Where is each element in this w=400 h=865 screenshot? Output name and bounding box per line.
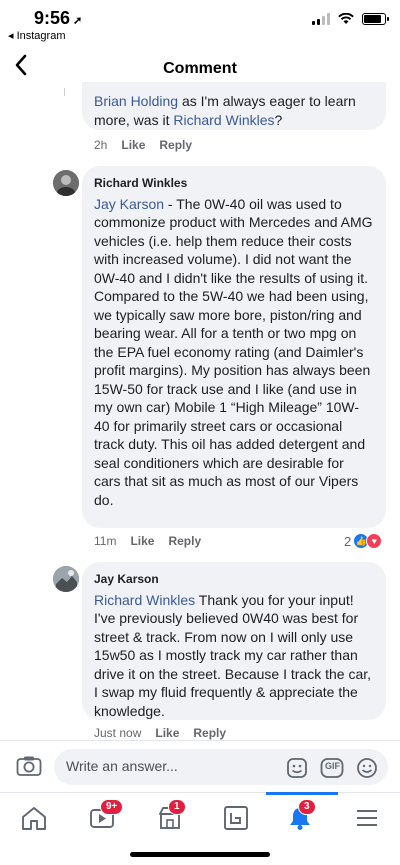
comment-meta: 11m Like Reply <box>94 534 201 548</box>
signal-icon <box>312 13 330 25</box>
battery-icon <box>362 13 389 25</box>
love-reaction-icon: ♥ <box>366 533 383 549</box>
comment-time: 11m <box>94 534 117 548</box>
avatar[interactable] <box>53 566 79 592</box>
tab-menu[interactable] <box>354 805 386 833</box>
status-bar: 9:56 ➚ ◂ Instagram <box>0 0 400 44</box>
status-icons <box>312 12 389 26</box>
camera-icon[interactable] <box>16 755 42 777</box>
tab-watch[interactable]: 9+ <box>88 799 124 833</box>
comment-time: 2h <box>94 138 108 152</box>
answer-input[interactable] <box>66 758 266 774</box>
mention-link[interactable]: Brian Holding <box>94 93 178 109</box>
reply-button[interactable]: Reply <box>159 138 192 152</box>
tab-marketplace[interactable]: 1 <box>156 799 188 833</box>
mention-link[interactable]: Richard Winkles <box>94 592 195 608</box>
thread-line <box>64 88 65 96</box>
answer-input-container[interactable]: GIF <box>54 749 388 785</box>
wifi-icon <box>338 13 354 24</box>
comment-text: ? <box>274 111 283 128</box>
hamburger-menu-icon <box>357 810 377 826</box>
comment-meta: 2h Like Reply <box>94 138 192 152</box>
like-button[interactable]: Like <box>155 726 179 740</box>
comment-author[interactable]: Richard Winkles <box>94 174 374 193</box>
tab-notifications[interactable]: 3 <box>266 792 338 833</box>
comment-author[interactable]: Jay Karson <box>94 570 374 589</box>
back-to-app-link[interactable]: ◂ Instagram <box>8 29 66 42</box>
avatar[interactable] <box>53 170 79 196</box>
notification-badge: 9+ <box>100 799 124 815</box>
comment-text: Thank you for your input! I've previousl… <box>94 591 372 719</box>
gif-label: GIF <box>325 761 340 771</box>
home-icon <box>22 807 46 830</box>
groups-icon <box>224 806 248 830</box>
bottom-tab-bar: 9+ 1 3 <box>0 792 400 844</box>
comment-text: - The 0W-40 oil was used to commonize pr… <box>94 195 373 508</box>
gif-button[interactable]: GIF <box>320 757 344 778</box>
like-button[interactable]: Like <box>130 534 154 548</box>
notification-badge: 3 <box>298 799 316 815</box>
page-title: Comment <box>163 60 237 77</box>
sticker-icon[interactable] <box>286 757 308 778</box>
reply-button[interactable]: Reply <box>168 534 201 548</box>
like-button[interactable]: Like <box>121 138 145 152</box>
home-indicator <box>130 852 270 857</box>
mention-link[interactable]: Richard Winkles <box>173 112 274 128</box>
tab-groups[interactable] <box>222 805 254 833</box>
reaction-count: 2 <box>344 533 352 549</box>
reactions-summary[interactable]: 2 👍 ♥ <box>344 533 383 549</box>
location-arrow-icon: ➚ <box>73 15 83 27</box>
comment-bubble: Richard Winkles Jay Karson - The 0W-40 o… <box>82 166 386 528</box>
comment-meta: Just now Like Reply <box>94 726 226 740</box>
tab-home[interactable] <box>20 805 52 833</box>
mention-link[interactable]: Jay Karson <box>94 196 164 212</box>
comment-bubble: Jay Karson Richard Winkles Thank you for… <box>82 562 386 720</box>
notification-badge: 1 <box>168 799 186 815</box>
comment-bubble: Brian Holding as I'm always eager to lea… <box>82 82 386 130</box>
comment-composer: GIF <box>0 740 400 792</box>
comment-time: Just now <box>94 726 142 740</box>
status-time: 9:56 ➚ <box>34 8 83 28</box>
reply-button[interactable]: Reply <box>193 726 226 740</box>
emoji-icon[interactable] <box>356 757 378 778</box>
